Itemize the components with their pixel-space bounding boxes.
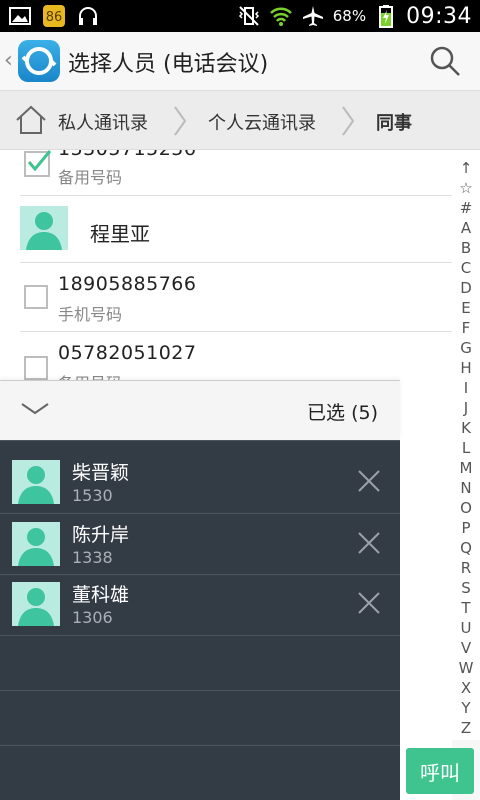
selected-panel: 柴晋颖 1530 陈升岸 1338 董科雄 1306: [0, 440, 400, 800]
list-item[interactable]: 15305715256 备用号码: [0, 150, 452, 196]
app-logo-icon: [21, 47, 57, 75]
breadcrumb-separator-icon: [342, 106, 355, 136]
mute-vibrate-icon: [238, 6, 259, 26]
call-button[interactable]: 呼叫: [406, 748, 474, 794]
index-letter[interactable]: F: [452, 318, 480, 338]
index-letter[interactable]: A: [452, 218, 480, 238]
person-icon: [18, 528, 54, 566]
gallery-icon: [9, 7, 31, 25]
selected-item: 陈升岸 1338: [0, 514, 400, 574]
status-bar: 86 68% 09:34: [0, 0, 480, 32]
index-letter[interactable]: L: [452, 438, 480, 458]
breadcrumb-item-private[interactable]: 私人通讯录: [58, 109, 148, 135]
index-letter[interactable]: Y: [452, 698, 480, 718]
index-letter[interactable]: P: [452, 518, 480, 538]
checkbox[interactable]: [24, 356, 48, 380]
divider: [0, 635, 400, 636]
phone-number: 15305715256: [58, 150, 196, 160]
index-letter[interactable]: N: [452, 478, 480, 498]
divider: [0, 440, 400, 441]
close-icon[interactable]: [356, 530, 382, 556]
selected-name: 柴晋颖: [72, 462, 130, 484]
index-letter[interactable]: C: [452, 258, 480, 278]
selected-name: 陈升岸: [72, 524, 130, 546]
index-letter[interactable]: ☆: [452, 178, 480, 198]
selected-item: 柴晋颖 1530: [0, 452, 400, 512]
index-letter[interactable]: Z: [452, 718, 480, 738]
index-letter[interactable]: W: [452, 658, 480, 678]
index-letter[interactable]: B: [452, 238, 480, 258]
index-letter[interactable]: M: [452, 458, 480, 478]
index-letter[interactable]: J: [452, 398, 480, 418]
person-icon: [18, 466, 54, 504]
close-icon[interactable]: [356, 468, 382, 494]
index-letter[interactable]: O: [452, 498, 480, 518]
app-notification-icon: 86: [43, 5, 65, 27]
divider: [0, 690, 400, 691]
person-icon: [26, 212, 62, 250]
breadcrumb: 私人通讯录 个人云通讯录 同事: [0, 90, 480, 150]
selected-phone: 1306: [72, 608, 113, 627]
avatar: [20, 206, 68, 250]
breadcrumb-item-colleagues[interactable]: 同事: [376, 109, 412, 135]
index-letter[interactable]: #: [452, 198, 480, 218]
selected-item: 董科雄 1306: [0, 574, 400, 634]
number-type-label: 备用号码: [58, 168, 123, 187]
index-letter[interactable]: V: [452, 638, 480, 658]
clock: 09:34: [406, 3, 472, 29]
selected-phone: 1338: [72, 548, 113, 567]
avatar: [12, 582, 60, 626]
contact-name: 程里亚: [90, 222, 150, 246]
checkbox[interactable]: [24, 285, 48, 309]
selected-panel-header[interactable]: 已选 (5): [0, 380, 400, 440]
page-title: 选择人员 (电话会议): [68, 52, 269, 77]
back-icon[interactable]: ‹: [4, 48, 13, 73]
selected-phone: 1530: [72, 486, 113, 505]
index-letter[interactable]: I: [452, 378, 480, 398]
index-letter[interactable]: U: [452, 618, 480, 638]
avatar: [12, 522, 60, 566]
list-item[interactable]: 18905885766 手机号码: [0, 263, 452, 331]
close-icon[interactable]: [356, 590, 382, 616]
avatar: [12, 460, 60, 504]
index-letter[interactable]: S: [452, 578, 480, 598]
chevron-down-icon[interactable]: [20, 399, 50, 419]
svg-text:86: 86: [46, 10, 63, 25]
phone-number: 05782051027: [58, 342, 197, 364]
index-letter[interactable]: E: [452, 298, 480, 318]
selected-count: 已选 (5): [307, 402, 378, 424]
title-bar: ‹ 选择人员 (电话会议): [0, 32, 480, 90]
checked-checkbox-icon[interactable]: [24, 150, 54, 178]
index-letter[interactable]: H: [452, 358, 480, 378]
index-letter[interactable]: R: [452, 558, 480, 578]
person-icon: [18, 588, 54, 626]
home-icon[interactable]: [14, 103, 48, 137]
battery-charging-icon: [379, 5, 394, 28]
index-letter[interactable]: T: [452, 598, 480, 618]
contact-header[interactable]: 程里亚: [0, 196, 452, 262]
phone-number: 18905885766: [58, 273, 197, 295]
index-letter[interactable]: D: [452, 278, 480, 298]
index-letter[interactable]: Q: [452, 538, 480, 558]
index-letter[interactable]: K: [452, 418, 480, 438]
index-letter[interactable]: G: [452, 338, 480, 358]
divider: [0, 745, 400, 746]
wifi-icon: [269, 7, 292, 26]
headphones-icon: [79, 7, 97, 25]
battery-percent: 68%: [332, 7, 367, 25]
search-icon[interactable]: [428, 44, 462, 78]
selected-name: 董科雄: [72, 584, 130, 606]
index-letter[interactable]: ↑: [452, 158, 480, 178]
airplane-mode-icon: [302, 6, 323, 26]
breadcrumb-separator-icon: [174, 106, 187, 136]
number-type-label: 手机号码: [58, 305, 123, 324]
breadcrumb-item-cloud[interactable]: 个人云通讯录: [208, 109, 316, 135]
index-letter[interactable]: X: [452, 678, 480, 698]
app-logo[interactable]: [18, 40, 60, 82]
alphabet-index[interactable]: ↑ ☆ # A B C D E F G H I J K L M N O P Q R S T U V W X Y Z: [452, 150, 480, 740]
